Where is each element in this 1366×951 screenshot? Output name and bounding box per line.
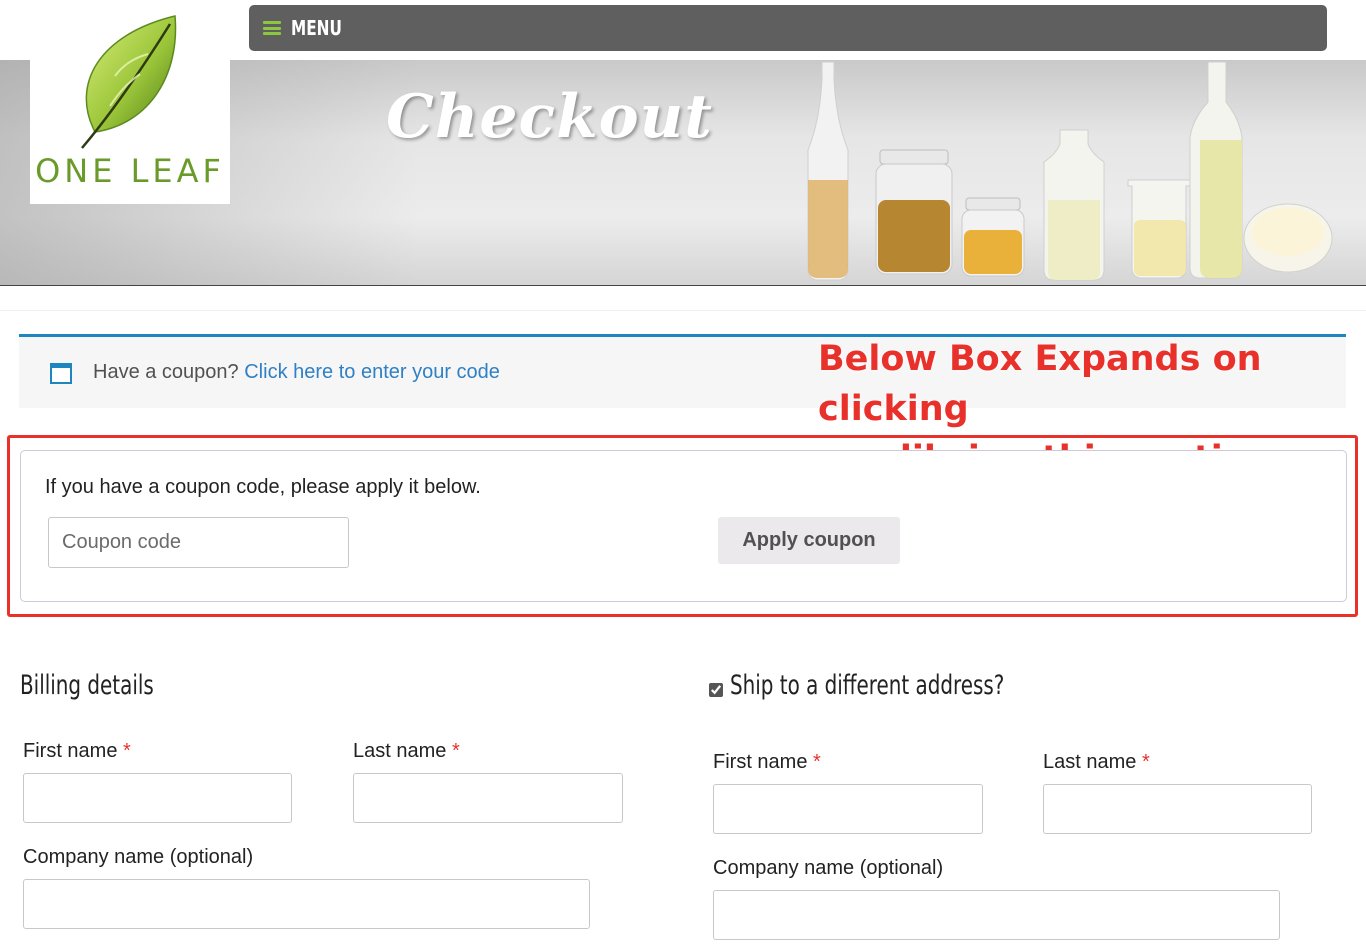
- main-nav-bar[interactable]: MENU: [249, 5, 1327, 51]
- shipping-last-name-label: Last name *: [1043, 751, 1150, 774]
- required-mark: *: [1141, 751, 1150, 773]
- site-logo[interactable]: ONE LEAF: [30, 14, 230, 204]
- billing-last-name-input[interactable]: [353, 773, 623, 823]
- shipping-company-input[interactable]: [713, 890, 1280, 940]
- billing-first-name-label: First name *: [23, 740, 131, 763]
- shipping-first-name-input[interactable]: [713, 784, 983, 834]
- billing-company-input[interactable]: [23, 879, 590, 929]
- billing-last-name-label: Last name *: [353, 740, 460, 763]
- coupon-prompt: Have a coupon?: [93, 361, 239, 383]
- annotation-line-1: Below Box Expands on clicking: [818, 339, 1262, 429]
- hamburger-menu-icon[interactable]: [263, 21, 281, 35]
- coupon-code-input[interactable]: [48, 517, 349, 568]
- calendar-icon: [50, 363, 72, 384]
- shipping-first-name-text: First name: [713, 751, 808, 773]
- coupon-instructions: If you have a coupon code, please apply …: [45, 476, 481, 498]
- required-mark: *: [123, 740, 131, 762]
- enter-coupon-link[interactable]: Click here to enter your code: [244, 361, 500, 383]
- billing-heading: Billing details: [20, 670, 154, 701]
- coupon-form: If you have a coupon code, please apply …: [20, 450, 1347, 602]
- menu-label[interactable]: MENU: [291, 16, 342, 40]
- ship-different-checkbox[interactable]: [709, 683, 723, 697]
- billing-first-name-input[interactable]: [23, 773, 292, 823]
- oil-bottles-image: [807, 61, 1333, 281]
- apply-coupon-button[interactable]: Apply coupon: [718, 517, 900, 564]
- logo-text: ONE LEAF: [35, 152, 225, 190]
- page-title: Checkout: [386, 82, 714, 152]
- billing-first-name-text: First name: [23, 740, 118, 762]
- coupon-notice-text: Have a coupon? Click here to enter your …: [93, 361, 500, 384]
- shipping-company-label: Company name (optional): [713, 857, 944, 879]
- shipping-first-name-label: First name *: [713, 751, 821, 774]
- billing-last-name-text: Last name: [353, 740, 447, 762]
- required-mark: *: [451, 740, 460, 762]
- required-mark: *: [813, 751, 821, 773]
- shipping-heading[interactable]: Ship to a different address?: [730, 670, 1004, 701]
- leaf-logo-icon: [81, 15, 177, 149]
- billing-company-label: Company name (optional): [23, 846, 254, 868]
- shipping-last-name-text: Last name: [1043, 751, 1137, 773]
- shipping-last-name-input[interactable]: [1043, 784, 1312, 834]
- divider: [0, 310, 1366, 311]
